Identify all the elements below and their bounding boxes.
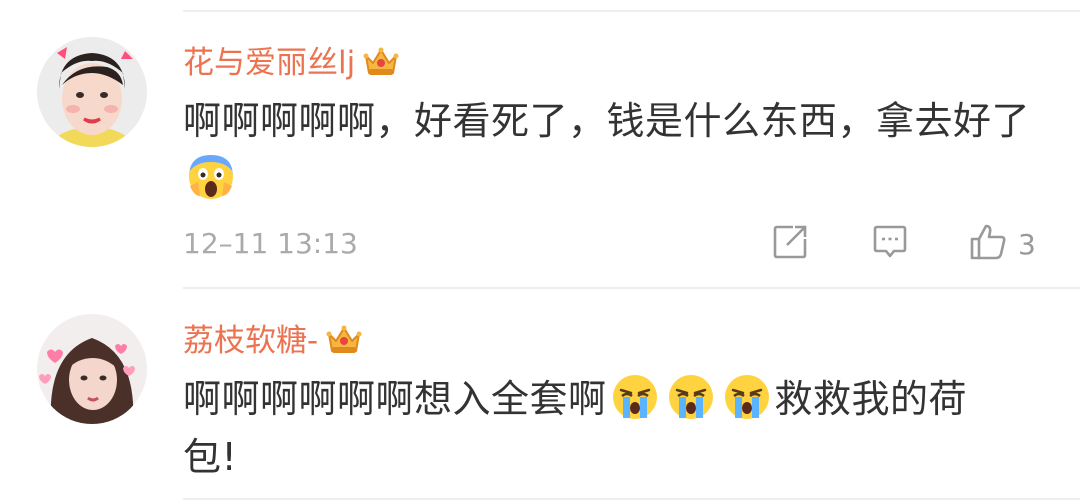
share-button[interactable]	[771, 224, 809, 264]
timestamp: 12–11 13:13	[183, 227, 358, 260]
like-icon	[968, 222, 1008, 266]
comment-text-part: 救救我的荷	[774, 377, 968, 421]
username[interactable]: 荔枝软糖-	[183, 321, 318, 361]
comment-divider	[183, 287, 1080, 289]
comment-footer: 12–11 13:13 3	[183, 224, 1040, 264]
bottom-divider	[183, 498, 1080, 500]
like-count: 3	[1018, 227, 1036, 261]
top-divider	[183, 10, 1080, 12]
like-button[interactable]: 3	[968, 224, 1036, 264]
comment-text-part: 啊啊啊啊啊啊想入全套啊	[183, 377, 607, 421]
reply-button[interactable]	[871, 224, 909, 264]
avatar[interactable]	[37, 37, 147, 147]
share-icon	[771, 223, 809, 265]
username-row: 荔枝软糖-	[183, 316, 364, 366]
comment-text-line: 包!	[183, 435, 238, 479]
comment-icon	[871, 223, 909, 265]
comment-text-line: 啊啊啊啊啊，好看死了，钱是什么东西，拿去好了	[183, 99, 1031, 143]
crown-icon	[361, 43, 401, 83]
comment-text: 啊啊啊啊啊啊想入全套啊 救救我的荷 包!	[183, 370, 1063, 486]
scream-emoji-icon	[186, 152, 236, 202]
avatar[interactable]	[37, 314, 147, 424]
comment-text: 啊啊啊啊啊，好看死了，钱是什么东西，拿去好了	[183, 92, 1063, 208]
username[interactable]: 花与爱丽丝lj	[183, 43, 355, 83]
crying-emoji-icon	[666, 372, 716, 422]
username-row: 花与爱丽丝lj	[183, 38, 401, 88]
crying-emoji-icon	[722, 372, 772, 422]
crown-icon	[324, 321, 364, 361]
crying-emoji-icon	[610, 372, 660, 422]
